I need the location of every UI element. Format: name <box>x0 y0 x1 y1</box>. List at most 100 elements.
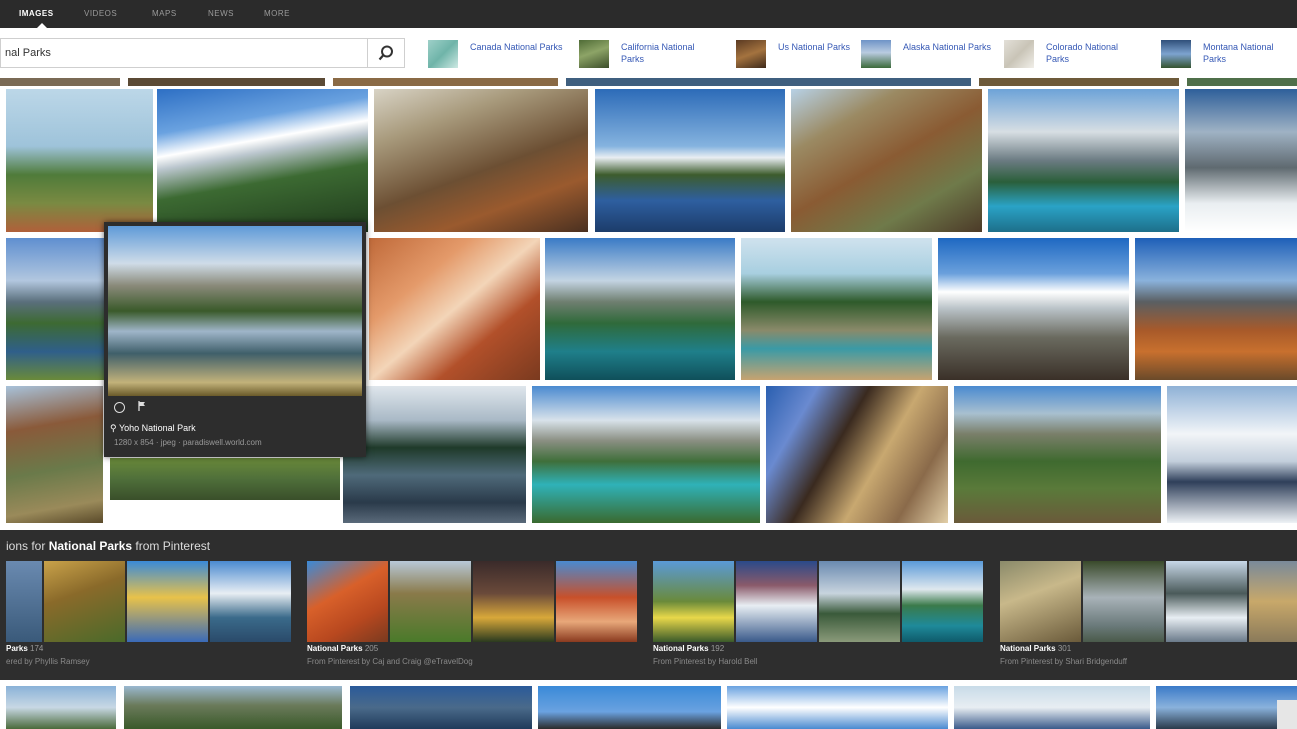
board-image[interactable] <box>307 561 388 642</box>
image-tile-partial[interactable] <box>1187 78 1297 86</box>
image-hover-card[interactable]: ⚲ Yoho National Park 1280 x 854 · jpeg ·… <box>104 222 366 457</box>
image-tile[interactable] <box>110 458 340 500</box>
board-image[interactable] <box>902 561 983 642</box>
pinterest-heading-query: National Parks <box>48 539 133 553</box>
image-tile-partial[interactable] <box>333 78 558 86</box>
pinterest-collections: ions for National Parks from Pinterest P… <box>0 530 1297 680</box>
board-count: 205 <box>364 644 379 653</box>
search-icon <box>378 45 393 61</box>
hover-card-actions <box>114 401 146 414</box>
image-tile[interactable] <box>6 686 116 729</box>
image-tile[interactable] <box>1156 686 1297 729</box>
board-image[interactable] <box>1249 561 1297 642</box>
scrollbar-handle[interactable] <box>1277 700 1297 729</box>
image-tile-partial[interactable] <box>128 78 325 86</box>
search-row: Canada National Parks California Nationa… <box>0 28 1297 78</box>
board-subtitle: ered by Phyllis Ramsey <box>6 657 90 666</box>
image-tile[interactable] <box>124 686 342 729</box>
board-subtitle: From Pinterest by Shari Bridgenduff <box>1000 657 1128 666</box>
board-title-text: National Parks <box>1000 644 1056 653</box>
image-tile[interactable] <box>6 386 103 523</box>
board-title[interactable]: National Parks 301 <box>1000 644 1071 653</box>
image-tile[interactable] <box>1185 89 1297 232</box>
hover-card-title-text: Yoho National Park <box>118 423 196 433</box>
image-tile[interactable] <box>6 238 106 380</box>
image-tile[interactable] <box>988 89 1179 232</box>
hover-card-image[interactable] <box>108 226 362 396</box>
image-tile[interactable] <box>545 238 735 380</box>
board-image[interactable] <box>44 561 125 642</box>
board-image[interactable] <box>1000 561 1081 642</box>
flag-icon[interactable] <box>138 401 146 414</box>
board-count: 301 <box>1057 644 1072 653</box>
pinterest-heading-prefix: ions for <box>6 539 49 553</box>
board-title[interactable]: National Parks 205 <box>307 644 378 653</box>
board-image[interactable] <box>819 561 900 642</box>
image-tile[interactable] <box>766 386 948 523</box>
link-icon: ⚲ <box>110 423 117 433</box>
board-subtitle: From Pinterest by Harold Bell <box>653 657 758 666</box>
board-title-text: Parks <box>6 644 28 653</box>
tab-news[interactable]: NEWS <box>208 9 234 18</box>
board-image[interactable] <box>1083 561 1164 642</box>
tab-videos[interactable]: VIDEOS <box>84 9 117 18</box>
board-image[interactable] <box>210 561 291 642</box>
board-image[interactable] <box>6 561 42 642</box>
image-tile[interactable] <box>1135 238 1297 380</box>
board-title[interactable]: National Parks 192 <box>653 644 724 653</box>
image-tile[interactable] <box>938 238 1129 380</box>
related-thumb <box>579 40 609 68</box>
related-search-label: California National Parks <box>621 42 695 64</box>
board-image[interactable] <box>1166 561 1247 642</box>
search-button[interactable] <box>367 39 404 67</box>
image-tile[interactable] <box>791 89 982 232</box>
board-title[interactable]: Parks 174 <box>6 644 43 653</box>
image-tile[interactable] <box>741 238 932 380</box>
image-tile[interactable] <box>350 686 532 729</box>
image-tile[interactable] <box>157 89 368 232</box>
board-subtitle: From Pinterest by Caj and Craig @eTravel… <box>307 657 473 666</box>
image-tile[interactable] <box>6 89 153 232</box>
image-tile-partial[interactable] <box>979 78 1179 86</box>
board-count: 192 <box>710 644 725 653</box>
hover-card-meta: 1280 x 854 · jpeg · paradiswell.world.co… <box>114 438 262 447</box>
image-tile[interactable] <box>538 686 721 729</box>
search-input[interactable] <box>5 45 355 61</box>
related-search-label: Alaska National Parks <box>903 42 992 52</box>
related-search-label: Montana National Parks <box>1203 42 1274 64</box>
search-box <box>0 38 405 68</box>
similar-images-icon[interactable] <box>114 402 125 413</box>
image-tile[interactable] <box>595 89 785 232</box>
tab-more[interactable]: MORE <box>264 9 290 18</box>
image-tile[interactable] <box>532 386 760 523</box>
related-thumb <box>736 40 766 68</box>
image-tile[interactable] <box>1167 386 1297 523</box>
board-title-text: National Parks <box>307 644 363 653</box>
related-thumb <box>861 40 891 68</box>
image-tile[interactable] <box>954 386 1161 523</box>
board-image[interactable] <box>127 561 208 642</box>
board-image[interactable] <box>473 561 554 642</box>
top-nav: IMAGES VIDEOS MAPS NEWS MORE <box>0 0 1297 28</box>
pinterest-heading: ions for National Parks from Pinterest <box>6 539 210 553</box>
related-search-label: Canada National Parks <box>470 42 563 52</box>
board-count: 174 <box>30 644 44 653</box>
image-tile-partial[interactable] <box>566 78 971 86</box>
image-tile[interactable] <box>369 238 540 380</box>
image-tile[interactable] <box>343 386 526 523</box>
board-image[interactable] <box>736 561 817 642</box>
related-thumb <box>428 40 458 68</box>
pinterest-heading-suffix: from Pinterest <box>132 539 211 553</box>
image-tile[interactable] <box>954 686 1150 729</box>
board-image[interactable] <box>390 561 471 642</box>
image-tile[interactable] <box>374 89 588 232</box>
board-image[interactable] <box>653 561 734 642</box>
related-search-label: Us National Parks <box>778 42 851 52</box>
board-image[interactable] <box>556 561 637 642</box>
image-tile[interactable] <box>727 686 948 729</box>
image-tile-partial[interactable] <box>0 78 120 86</box>
hover-card-title[interactable]: ⚲ Yoho National Park <box>110 423 196 434</box>
tab-images[interactable]: IMAGES <box>19 9 54 18</box>
tab-maps[interactable]: MAPS <box>152 9 177 18</box>
related-thumb <box>1161 40 1191 68</box>
